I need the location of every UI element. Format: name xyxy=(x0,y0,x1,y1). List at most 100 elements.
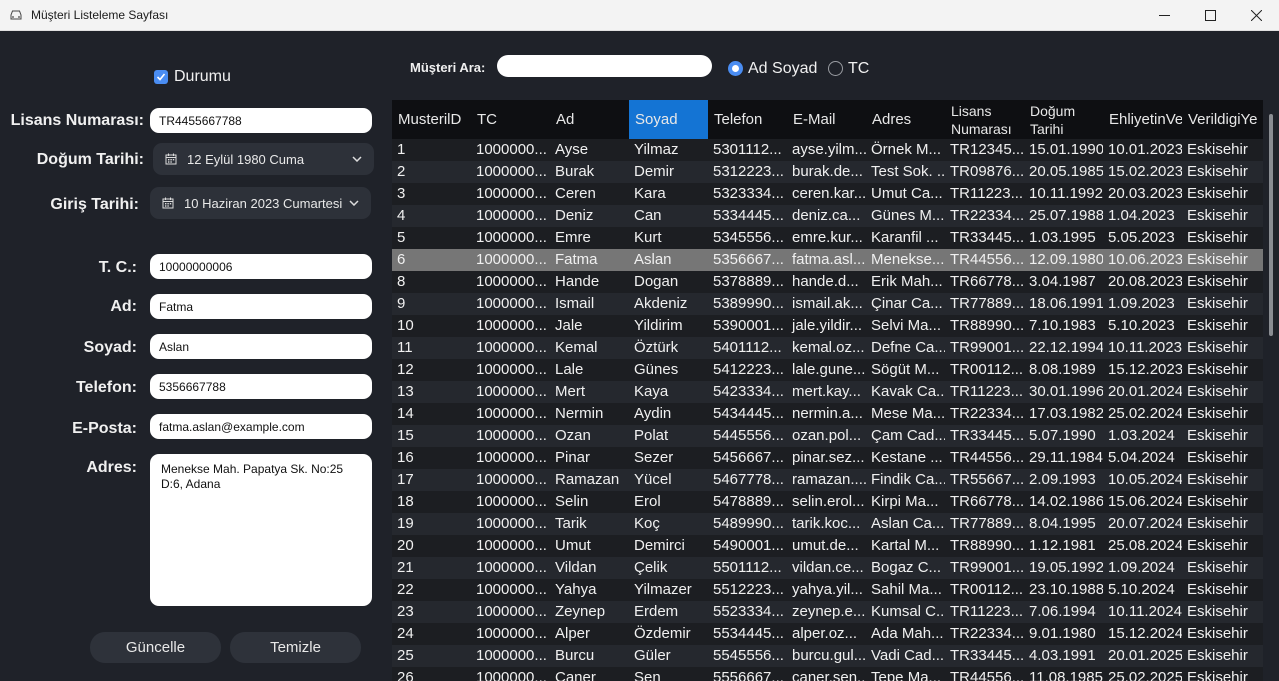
table-row[interactable]: 9 1000000... Ismail Akdeniz 5389990... ismail… xyxy=(392,293,1263,315)
table-row[interactable]: 26 1000000... Caner Sen 5556667... caner.sen.… xyxy=(392,667,1263,681)
table-cell: Erdem xyxy=(634,603,679,620)
column-header[interactable]: Adres xyxy=(866,100,945,139)
table-row[interactable]: 6 1000000... Fatma Aslan 5356667... fatma.asl… xyxy=(392,249,1263,271)
table-cell: Ceren xyxy=(555,185,596,202)
table-cell: 10 xyxy=(397,317,414,334)
table-cell: 6 xyxy=(397,251,406,268)
table-cell: Eskisehir xyxy=(1187,625,1248,642)
table-row[interactable]: 18 1000000... Selin Erol 5478889... selin.ero… xyxy=(392,491,1263,513)
table-row[interactable]: 4 1000000... Deniz Can 5334445... deniz.ca...… xyxy=(392,205,1263,227)
table-cell: 5.10.2023 xyxy=(1108,317,1175,334)
table-row[interactable]: 14 1000000... Nermin Aydin 5434445... nermin.… xyxy=(392,403,1263,425)
table-cell: Günes M... xyxy=(871,207,945,224)
customer-grid[interactable]: MusterilD TC Ad Soyad Telefon E-Mail Adres Lisa… xyxy=(392,100,1263,681)
radio-name-surname[interactable] xyxy=(728,61,743,76)
surname-input[interactable]: Aslan xyxy=(150,334,372,359)
column-header[interactable]: Ad xyxy=(550,100,629,139)
column-header[interactable]: Telefon xyxy=(708,100,787,139)
update-button[interactable]: Güncelle xyxy=(90,632,221,663)
column-header[interactable]: E-Mail xyxy=(787,100,866,139)
column-header[interactable]: MusterilD xyxy=(392,100,471,139)
tc-label: T. C.: xyxy=(98,259,137,276)
table-row[interactable]: 21 1000000... Vildan Çelik 5501112... vildan.… xyxy=(392,557,1263,579)
table-row[interactable]: 23 1000000... Zeynep Erdem 5523334... zeynep.… xyxy=(392,601,1263,623)
table-row[interactable]: 22 1000000... Yahya Yilmazer 5512223... yahya… xyxy=(392,579,1263,601)
phone-input[interactable]: 5356667788 xyxy=(150,374,372,399)
table-cell: 10.06.2023 xyxy=(1108,251,1182,268)
table-cell: Eskisehir xyxy=(1187,141,1248,158)
table-cell: 5412223... xyxy=(713,361,784,378)
maximize-button[interactable] xyxy=(1187,0,1233,31)
column-header[interactable]: Doğum Tarihi xyxy=(1024,100,1103,139)
table-cell: Ismail xyxy=(555,295,595,312)
scrollbar-thumb[interactable] xyxy=(1269,114,1273,336)
table-cell: TR99001... xyxy=(950,559,1024,576)
entry-date-picker[interactable]: 10 Haziran 2023 Cumartesi xyxy=(150,187,371,219)
table-row[interactable]: 11 1000000... Kemal Öztürk 5401112... kemal.o… xyxy=(392,337,1263,359)
table-cell: Polat xyxy=(634,427,669,444)
table-row[interactable]: 2 1000000... Burak Demir 5312223... burak.de.… xyxy=(392,161,1263,183)
table-row[interactable]: 24 1000000... Alper Özdemir 5534445... alper.… xyxy=(392,623,1263,645)
table-cell: 15.01.1990 xyxy=(1029,141,1103,158)
table-cell: 25.08.2024 xyxy=(1108,537,1182,554)
license-input[interactable]: TR4455667788 xyxy=(150,108,372,133)
table-row[interactable]: 25 1000000... Burcu Güler 5545556... burcu.gu… xyxy=(392,645,1263,667)
table-cell: vildan.ce... xyxy=(792,559,864,576)
table-cell: TR00112... xyxy=(950,361,1024,378)
table-row[interactable]: 20 1000000... Umut Demirci 5490001... umut.de… xyxy=(392,535,1263,557)
table-cell: TR88990... xyxy=(950,317,1024,334)
table-cell: Deniz xyxy=(555,207,594,224)
table-cell: Özdemir xyxy=(634,625,691,642)
close-icon xyxy=(1250,10,1262,21)
table-cell: Umut xyxy=(555,537,591,554)
checkmark-icon xyxy=(156,73,166,81)
table-row[interactable]: 17 1000000... Ramazan Yücel 5467778... ramaza… xyxy=(392,469,1263,491)
email-input[interactable]: fatma.aslan@example.com xyxy=(150,414,372,439)
table-cell: 1000000... xyxy=(476,625,547,642)
table-cell: 1.04.2023 xyxy=(1108,207,1175,224)
column-header[interactable]: Soyad xyxy=(629,100,708,139)
table-row[interactable]: 12 1000000... Lale Günes 5412223... lale.gune… xyxy=(392,359,1263,381)
address-textarea[interactable]: Menekse Mah. Papatya Sk. No:25 D:6, Adan… xyxy=(150,454,372,606)
column-header[interactable]: Lisans Numarası xyxy=(945,100,1024,139)
table-row[interactable]: 5 1000000... Emre Kurt 5345556... emre.kur...… xyxy=(392,227,1263,249)
table-cell: deniz.ca... xyxy=(792,207,861,224)
minimize-button[interactable] xyxy=(1141,0,1187,31)
status-checkbox[interactable] xyxy=(154,70,168,84)
birth-date-picker[interactable]: 12 Eylül 1980 Cuma xyxy=(153,143,374,175)
vertical-scrollbar[interactable] xyxy=(1264,100,1279,681)
entry-date-label: Giriş Tarihi: xyxy=(50,196,139,213)
table-cell: 5345556... xyxy=(713,229,784,246)
table-cell: 12.09.1980 xyxy=(1029,251,1103,268)
name-input[interactable]: Fatma xyxy=(150,294,372,319)
column-header[interactable]: TC xyxy=(471,100,550,139)
table-cell: Kirpi Ma... xyxy=(871,493,939,510)
search-input[interactable] xyxy=(497,55,712,77)
calendar-icon xyxy=(162,197,174,209)
column-header[interactable]: EhliyetinVe xyxy=(1103,100,1182,139)
table-cell: Eskisehir xyxy=(1187,493,1248,510)
table-cell: Mese Ma... xyxy=(871,405,945,422)
table-cell: Ozan xyxy=(555,427,591,444)
table-cell: Sögüt M... xyxy=(871,361,940,378)
table-cell: Sen xyxy=(634,669,661,681)
table-cell: Koç xyxy=(634,515,660,532)
table-cell: Can xyxy=(634,207,662,224)
table-row[interactable]: 13 1000000... Mert Kaya 5423334... mert.kay..… xyxy=(392,381,1263,403)
table-cell: ceren.kar... xyxy=(792,185,866,202)
table-row[interactable]: 3 1000000... Ceren Kara 5323334... ceren.kar.… xyxy=(392,183,1263,205)
table-row[interactable]: 15 1000000... Ozan Polat 5445556... ozan.pol.… xyxy=(392,425,1263,447)
tc-input[interactable]: 10000000006 xyxy=(150,254,372,279)
table-row[interactable]: 10 1000000... Jale Yildirim 5390001... jale.y… xyxy=(392,315,1263,337)
radio-tc[interactable] xyxy=(828,61,843,76)
table-row[interactable]: 8 1000000... Hande Dogan 5378889... hande.d..… xyxy=(392,271,1263,293)
column-header[interactable]: VerildigiYe xyxy=(1182,100,1263,139)
table-row[interactable]: 1 1000000... Ayse Yilmaz 5301112... ayse.yilm… xyxy=(392,139,1263,161)
close-button[interactable] xyxy=(1233,0,1279,31)
clear-button[interactable]: Temizle xyxy=(230,632,361,663)
table-row[interactable]: 16 1000000... Pinar Sezer 5456667... pinar.se… xyxy=(392,447,1263,469)
table-row[interactable]: 19 1000000... Tarik Koç 5489990... tarik.koc.… xyxy=(392,513,1263,535)
table-cell: 12 xyxy=(397,361,414,378)
table-cell: ayse.yilm... xyxy=(792,141,866,158)
table-cell: Eskisehir xyxy=(1187,383,1248,400)
